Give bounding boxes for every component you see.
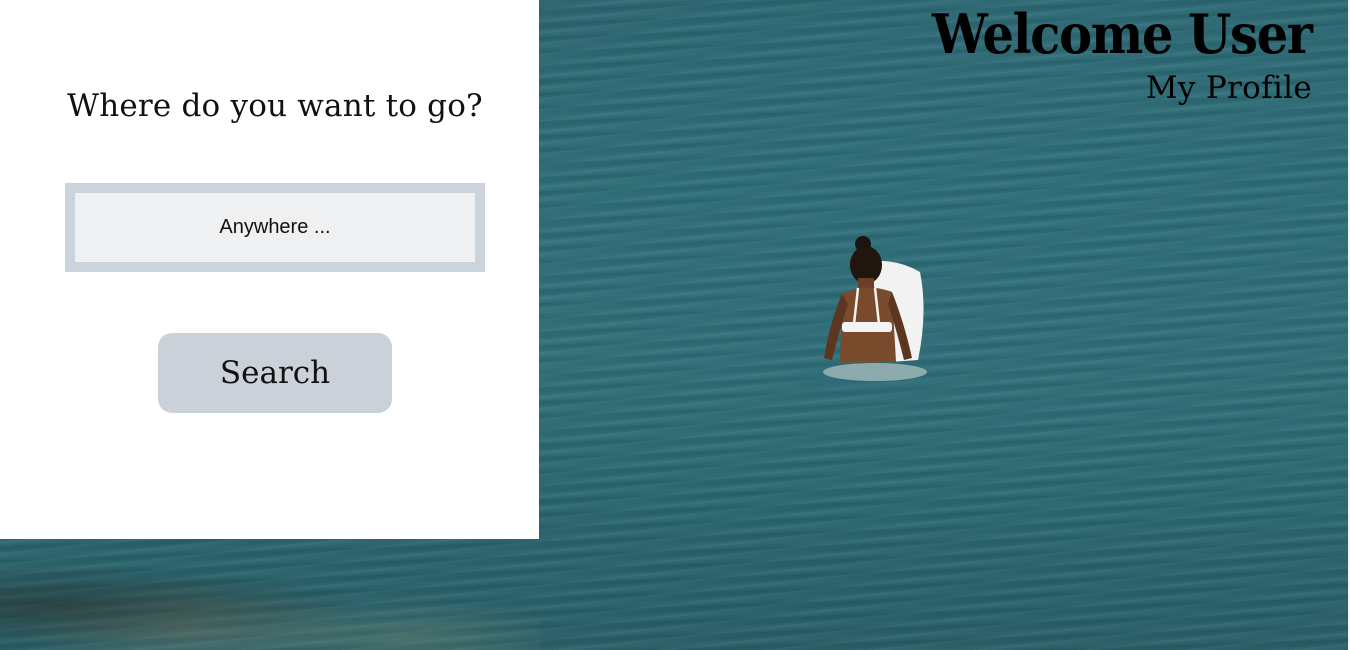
- search-panel: Where do you want to go? Search: [0, 0, 539, 539]
- destination-question-heading: Where do you want to go?: [67, 88, 483, 124]
- foliage-shadow: [0, 540, 540, 650]
- search-button[interactable]: Search: [158, 333, 392, 413]
- destination-input[interactable]: [75, 193, 475, 262]
- surfer-image: [800, 236, 930, 392]
- destination-input-frame: [65, 183, 485, 272]
- my-profile-link[interactable]: My Profile: [1146, 70, 1312, 106]
- welcome-heading: Welcome User: [932, 2, 1313, 66]
